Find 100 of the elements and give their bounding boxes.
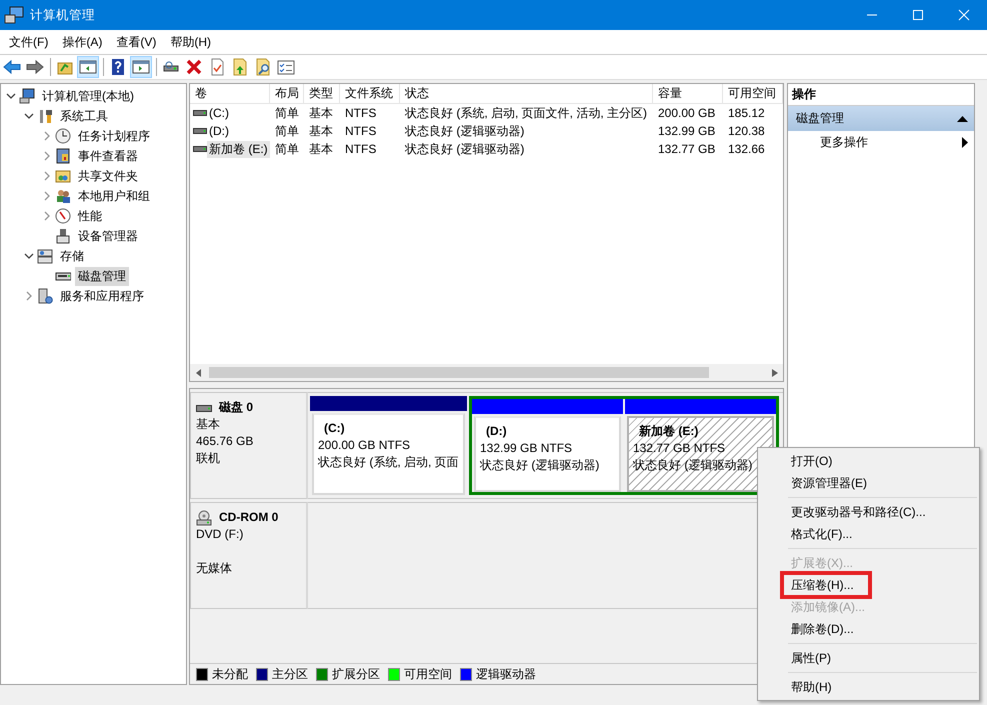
pane-icon <box>79 58 97 76</box>
context-menu-item[interactable]: 更改驱动器号和路径(C)... <box>758 501 979 523</box>
disk-type: DVD (F:) <box>196 526 244 543</box>
tree-item[interactable]: 任务计划程序 <box>75 126 153 146</box>
table-cell[interactable]: (D:) <box>207 124 231 138</box>
table-cell-text: 132.99 GB <box>657 124 716 138</box>
delete-icon <box>185 58 203 76</box>
expand-chevron-icon[interactable] <box>42 211 52 221</box>
column-header[interactable]: 布局 <box>270 84 304 103</box>
disk-info-panel[interactable]: CD-ROM 0 DVD (F:) 无媒体 <box>190 502 308 609</box>
table-cell-text: 简单 <box>274 140 300 158</box>
partition-size: 132.77 GB NTFS <box>633 440 726 457</box>
table-cell-text: 基本 <box>308 122 334 140</box>
context-menu-item[interactable]: 删除卷(D)... <box>758 618 979 640</box>
table-cell-text: 132.66 <box>727 142 766 156</box>
disk-status: 无媒体 <box>196 560 233 577</box>
server-gear-icon <box>37 288 53 304</box>
disk-info-panel[interactable]: 磁盘 0 基本 465.76 GB 联机 <box>190 392 308 499</box>
tree-item[interactable]: 系统工具 <box>57 106 111 126</box>
toolbar-button[interactable] <box>77 56 99 78</box>
shared-folder-icon <box>55 168 71 184</box>
column-header[interactable]: 类型 <box>304 84 340 103</box>
table-cell-text: 简单 <box>274 122 300 140</box>
partition-label: (C:) <box>323 420 346 437</box>
drive-icon <box>193 109 207 117</box>
context-menu-item[interactable]: 属性(P) <box>758 647 979 669</box>
window-title: 计算机管理 <box>30 6 96 24</box>
menu-item[interactable]: 操作(A) <box>55 31 110 53</box>
expand-chevron-icon[interactable] <box>42 171 52 181</box>
tree-item[interactable]: 服务和应用程序 <box>57 286 147 306</box>
action-item[interactable]: 更多操作 <box>788 131 974 153</box>
partition-label: 新加卷 (E:) <box>638 423 700 440</box>
disk-name: CD-ROM 0 <box>219 509 278 526</box>
column-header[interactable]: 容量 <box>653 84 723 103</box>
partition-label: (D:) <box>485 423 508 440</box>
table-cell-text: NTFS <box>344 142 378 156</box>
tree-item[interactable]: 共享文件夹 <box>75 166 141 186</box>
collapse-chevron-icon[interactable] <box>24 111 34 121</box>
legend-label: 逻辑驱动器 <box>476 666 536 682</box>
pane-icon <box>132 58 150 76</box>
tree-item[interactable]: 存储 <box>57 246 87 266</box>
computer-management-icon <box>4 6 24 24</box>
scroll-right-icon[interactable] <box>772 368 778 376</box>
scroll-left-icon[interactable] <box>196 368 202 376</box>
table-cell-text: 132.77 GB <box>657 142 716 156</box>
table-cell-text: 简单 <box>274 104 300 122</box>
partition-status: 状态良好 (逻辑驱动器) <box>633 457 754 474</box>
tree-item[interactable]: 性能 <box>75 206 105 226</box>
partition-size: 132.99 GB NTFS <box>480 440 574 457</box>
table-cell[interactable]: 新加卷 (E:) <box>207 140 270 158</box>
toolbar-button[interactable] <box>130 56 152 78</box>
column-header[interactable]: 文件系统 <box>340 84 400 103</box>
expand-chevron-icon[interactable] <box>42 191 52 201</box>
tree-item[interactable]: 事件查看器 <box>75 146 141 166</box>
forward-arrow-icon <box>26 58 44 76</box>
table-cell[interactable]: (C:) <box>207 106 231 120</box>
partition-status: 状态良好 (逻辑驱动器) <box>480 457 600 474</box>
expand-chevron-icon[interactable] <box>42 131 52 141</box>
horizontal-scrollbar[interactable] <box>190 364 783 381</box>
partition[interactable]: (D:) 132.99 GB NTFS 状态良好 (逻辑驱动器) <box>474 416 621 492</box>
actions-section[interactable]: 磁盘管理 <box>788 106 974 131</box>
column-header[interactable]: 状态 <box>400 84 653 103</box>
maximize-icon[interactable] <box>912 9 924 21</box>
tree-item[interactable]: 磁盘管理 <box>75 266 129 286</box>
collapse-chevron-icon[interactable] <box>24 251 34 261</box>
disk-size: 465.76 GB <box>196 433 254 450</box>
table-cell-text: NTFS <box>344 124 378 138</box>
collapse-chevron-icon[interactable] <box>6 91 16 101</box>
table-cell-text: 状态良好 (逻辑驱动器) <box>404 122 526 140</box>
close-icon[interactable] <box>958 9 970 21</box>
context-menu-item[interactable]: 格式化(F)... <box>758 523 979 545</box>
collapse-caret-icon[interactable] <box>957 115 968 122</box>
storage-icon <box>37 248 53 264</box>
table-cell-text: NTFS <box>344 106 378 120</box>
disk-type: 基本 <box>196 416 221 433</box>
menu-item[interactable]: 文件(F) <box>2 31 56 53</box>
clock-icon <box>55 128 71 144</box>
partition[interactable]: 新加卷 (E:) 132.77 GB NTFS 状态良好 (逻辑驱动器) <box>627 416 774 492</box>
scrollbar-thumb[interactable] <box>209 367 709 378</box>
tree-item[interactable]: 设备管理器 <box>75 226 141 246</box>
context-menu-item[interactable]: 帮助(H) <box>758 676 979 698</box>
disk-drive-icon <box>196 402 212 412</box>
tree-item[interactable]: 计算机管理(本地) <box>39 86 137 106</box>
column-header[interactable]: 可用空间 <box>723 84 783 103</box>
context-menu-item[interactable]: 压缩卷(H)... <box>758 574 979 596</box>
optical-drive-icon <box>196 510 212 526</box>
menu-item[interactable]: 帮助(H) <box>163 31 218 53</box>
legend-label: 主分区 <box>272 666 308 682</box>
partition[interactable]: (C:) 200.00 GB NTFS 状态良好 (系统, 启动, 页面 <box>312 413 465 495</box>
expand-chevron-icon[interactable] <box>24 291 34 301</box>
tree-item[interactable]: 本地用户和组 <box>75 186 153 206</box>
extended-partition[interactable]: (D:) 132.99 GB NTFS 状态良好 (逻辑驱动器) 新加卷 (E:) 132.77 GB NTFS 状态良好 (逻辑驱动器) <box>469 396 779 495</box>
column-header[interactable]: 卷 <box>190 84 270 103</box>
table-cell-text: 185.12 <box>727 106 766 120</box>
gauge-icon <box>55 208 71 224</box>
menu-item[interactable]: 查看(V) <box>109 31 164 53</box>
drive-icon <box>193 127 207 135</box>
table-cell-text: 基本 <box>308 140 334 158</box>
computer-icon <box>19 88 35 104</box>
expand-chevron-icon[interactable] <box>42 151 52 161</box>
